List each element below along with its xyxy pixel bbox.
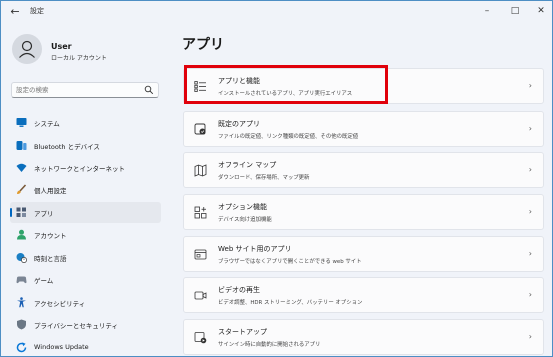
globe-clock-icon <box>16 253 27 263</box>
card-description: サインイン時に自動的に開始されるアプリ <box>218 342 321 348</box>
user-name: User <box>51 42 72 51</box>
card-description: ダウンロード、保存場所、マップ更新 <box>218 175 310 181</box>
chevron-right-icon: › <box>528 249 532 258</box>
optional-features-card[interactable]: オプション機能 デバイス向け追加機能 › <box>183 194 544 230</box>
shield-icon <box>17 319 26 330</box>
sidebar-item-label: アプリ <box>34 210 54 218</box>
chevron-right-icon: › <box>528 165 532 174</box>
page-title: アプリ <box>182 37 224 53</box>
map-icon <box>194 164 207 177</box>
chevron-right-icon: › <box>528 332 532 341</box>
account-type: ローカル アカウント <box>51 55 107 62</box>
card-description: ブラウザーではなくアプリで開くことができる web サイト <box>218 259 362 265</box>
sidebar-item-label: 時刻と言語 <box>34 255 67 263</box>
card-title: 既定のアプリ <box>218 120 260 128</box>
active-indicator <box>10 208 12 217</box>
person-icon <box>17 229 26 240</box>
card-description: インストールされているアプリ、アプリ実行エイリアス <box>218 91 353 97</box>
default-apps-card[interactable]: 既定のアプリ ファイルの既定値、リンク種類の既定値、その他の既定値 › <box>183 111 544 147</box>
settings-window: ← 設定 – □ ✕ User ローカル アカウント システム Bluetoot… <box>0 0 553 357</box>
back-button[interactable]: ← <box>7 4 23 20</box>
sidebar-item-accounts[interactable]: アカウント <box>10 224 161 245</box>
video-icon <box>194 291 207 300</box>
minimize-button[interactable]: – <box>475 3 499 19</box>
bluetooth-icon <box>16 141 27 150</box>
card-title: スタートアップ <box>218 328 267 336</box>
title-bar: ← 設定 – □ ✕ <box>1 1 552 23</box>
search-box[interactable] <box>11 82 159 98</box>
sidebar-item-label: システム <box>34 120 60 128</box>
chevron-right-icon: › <box>528 81 532 90</box>
video-playback-card[interactable]: ビデオの再生 ビデオ調整、HDR ストリーミング、バッテリー オプション › <box>183 277 544 313</box>
window-title: 設定 <box>30 7 44 15</box>
card-description: ファイルの既定値、リンク種類の既定値、その他の既定値 <box>218 134 359 140</box>
card-description: デバイス向け追加機能 <box>218 217 272 223</box>
offline-maps-card[interactable]: オフライン マップ ダウンロード、保存場所、マップ更新 › <box>183 152 544 188</box>
sidebar-item-accessibility[interactable]: アクセシビリティ <box>10 292 161 313</box>
apps-list-icon <box>194 81 206 92</box>
wifi-icon <box>16 163 27 172</box>
sidebar-item-apps[interactable]: アプリ <box>10 202 161 223</box>
avatar[interactable] <box>12 34 42 64</box>
sidebar-item-label: プライバシーとセキュリティ <box>34 322 118 330</box>
card-description: ビデオ調整、HDR ストリーミング、バッテリー オプション <box>218 300 363 306</box>
card-title: ビデオの再生 <box>218 286 260 294</box>
sidebar-item-label: ネットワークとインターネット <box>34 165 125 173</box>
web-apps-icon <box>194 249 207 260</box>
brush-icon <box>17 184 27 194</box>
card-title: オプション機能 <box>218 203 267 211</box>
sidebar-item-label: アクセシビリティ <box>34 300 86 308</box>
monitor-icon <box>16 118 27 127</box>
sidebar-item-network[interactable]: ネットワークとインターネット <box>10 157 161 178</box>
startup-card[interactable]: スタートアップ サインイン時に自動的に開始されるアプリ › <box>183 319 544 355</box>
startup-icon <box>194 332 207 344</box>
sidebar-item-label: Windows Update <box>34 343 89 351</box>
search-input[interactable] <box>16 84 142 96</box>
optional-features-icon <box>194 206 207 219</box>
close-button[interactable]: ✕ <box>529 3 552 19</box>
card-title: Web サイト用のアプリ <box>218 245 292 253</box>
maximize-button[interactable]: □ <box>503 3 527 19</box>
sidebar-item-privacy[interactable]: プライバシーとセキュリティ <box>10 314 161 335</box>
update-icon <box>16 342 27 353</box>
sidebar-item-label: アカウント <box>34 232 67 240</box>
sidebar-item-personalization[interactable]: 個人用設定 <box>10 179 161 200</box>
accessibility-icon <box>17 297 26 308</box>
apps-icon <box>16 207 26 217</box>
sidebar-item-label: ゲーム <box>34 277 54 285</box>
chevron-right-icon: › <box>528 124 532 133</box>
person-avatar-icon <box>19 40 35 58</box>
apps-and-features-card[interactable]: アプリと機能 インストールされているアプリ、アプリ実行エイリアス › <box>183 68 544 104</box>
search-icon[interactable] <box>144 85 154 95</box>
gamepad-icon <box>16 276 27 284</box>
sidebar-item-label: 個人用設定 <box>34 187 67 195</box>
sidebar-item-windows-update[interactable]: Windows Update <box>10 337 161 356</box>
sidebar-item-system[interactable]: システム <box>10 112 161 133</box>
chevron-right-icon: › <box>528 290 532 299</box>
sidebar-item-gaming[interactable]: ゲーム <box>10 269 161 290</box>
card-title: アプリと機能 <box>218 77 260 85</box>
default-apps-icon <box>194 123 206 135</box>
chevron-right-icon: › <box>528 207 532 216</box>
sidebar-item-label: Bluetooth とデバイス <box>34 143 100 151</box>
apps-for-websites-card[interactable]: Web サイト用のアプリ ブラウザーではなくアプリで開くことができる web サ… <box>183 236 544 272</box>
sidebar-item-bluetooth[interactable]: Bluetooth とデバイス <box>10 135 161 156</box>
card-title: オフライン マップ <box>218 161 277 169</box>
sidebar-item-time-language[interactable]: 時刻と言語 <box>10 247 161 268</box>
